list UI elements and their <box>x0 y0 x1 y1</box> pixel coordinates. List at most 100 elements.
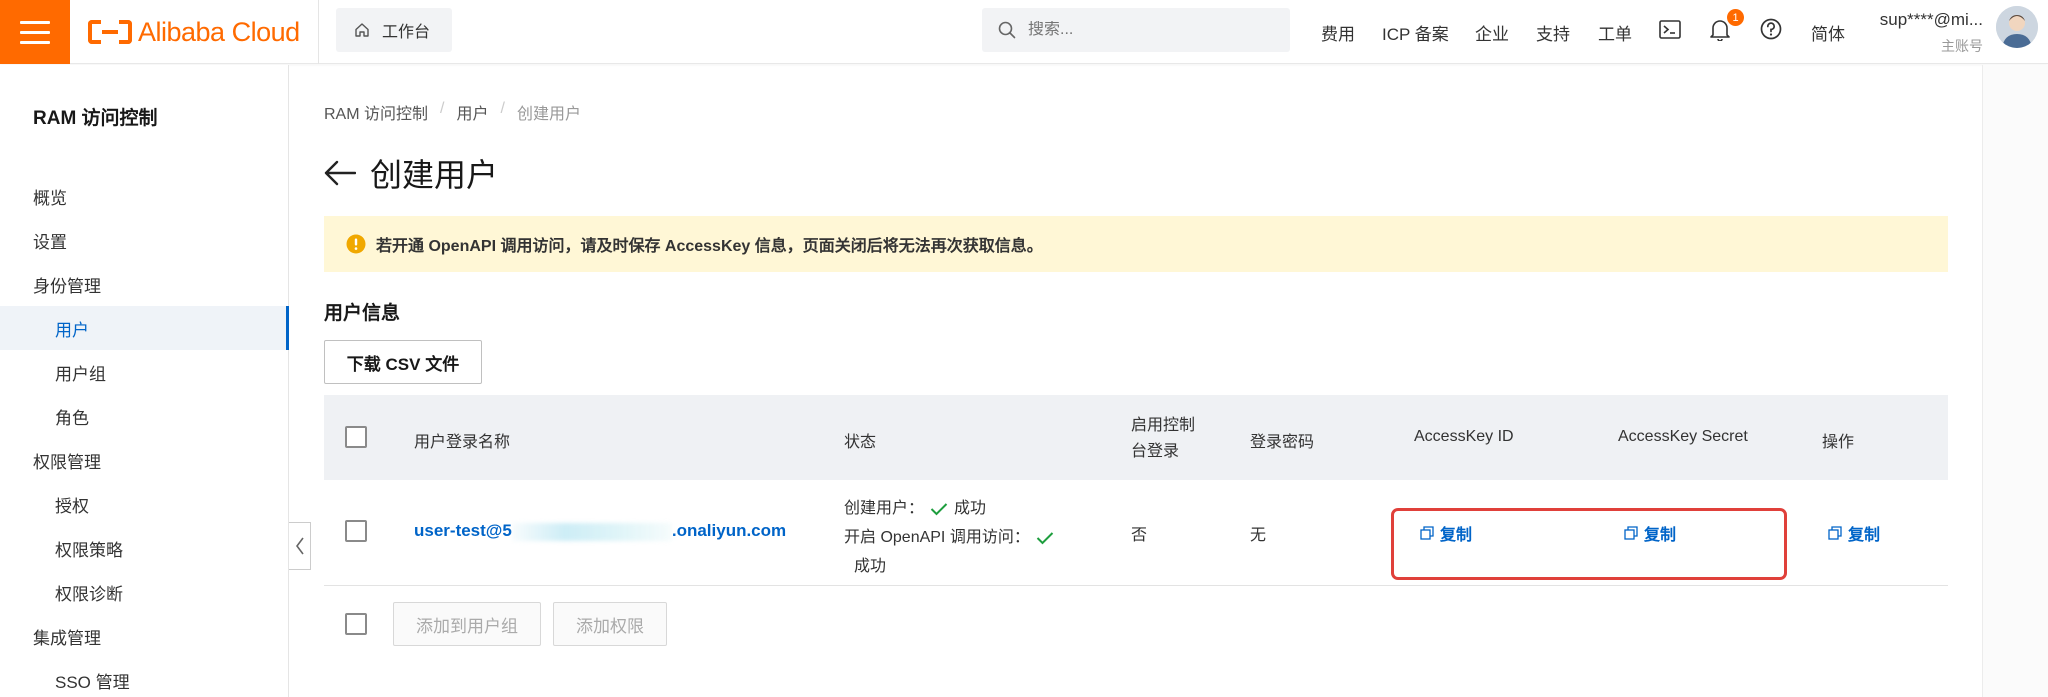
breadcrumb-root[interactable]: RAM 访问控制 <box>324 100 428 124</box>
help-icon[interactable] <box>1760 18 1782 40</box>
sidebar-item-label: 用户组 <box>55 364 106 384</box>
sidebar: RAM 访问控制 概览 设置 身份管理 用户 用户组 角色 权限管理 授权 权限… <box>0 65 289 697</box>
nav-ticket[interactable]: 工单 <box>1598 20 1632 45</box>
avatar[interactable] <box>1996 6 2038 48</box>
breadcrumb-current: 创建用户 <box>516 106 581 123</box>
notice-text: 若开通 OpenAPI 调用访问，请及时保存 AccessKey 信息，页面关闭… <box>376 238 1043 255</box>
row-checkbox[interactable] <box>345 520 367 542</box>
table-row: user-test@5 .onaliyun.com 创建用户： 成功 开启 Ope… <box>324 480 1948 586</box>
login-name-suffix: .onaliyun.com <box>671 521 787 540</box>
menu-icon-line <box>20 30 50 34</box>
sidebar-group-integration[interactable]: 集成管理 <box>0 614 289 658</box>
sidebar-item-users[interactable]: 用户 <box>0 306 289 350</box>
sidebar-item-diagnosis[interactable]: 权限诊断 <box>0 570 289 614</box>
search-input[interactable] <box>1028 21 1258 39</box>
sidebar-item-label: 设置 <box>33 232 67 252</box>
sidebar-item-label: 权限策略 <box>55 540 123 560</box>
sidebar-item-label: 授权 <box>55 496 89 516</box>
sidebar-item-grants[interactable]: 授权 <box>0 482 289 526</box>
copy-action-button[interactable]: 复制 <box>1828 521 1880 545</box>
avatar-person-icon <box>1996 6 2038 48</box>
workbench-button[interactable]: 工作台 <box>336 8 452 52</box>
column-header-accesskey-id: AccessKey ID <box>1414 428 1514 445</box>
warning-icon <box>346 234 366 254</box>
sidebar-item-settings[interactable]: 设置 <box>0 218 289 262</box>
logo-mark-icon <box>88 20 132 44</box>
right-panel-strip <box>1982 65 2048 697</box>
select-all-checkbox[interactable] <box>345 426 367 448</box>
sidebar-item-sso[interactable]: SSO 管理 <box>0 658 289 697</box>
nav-icp[interactable]: ICP 备案 <box>1382 20 1449 45</box>
column-header-console-login: 启用控制 台登录 <box>1131 413 1195 465</box>
header-divider <box>318 0 319 64</box>
check-icon <box>1036 531 1054 544</box>
page-title: 创建用户 <box>370 157 499 193</box>
sidebar-item-label: 集成管理 <box>33 628 101 648</box>
login-name-prefix: user-test@5 <box>414 521 512 540</box>
menu-button[interactable] <box>0 0 70 64</box>
account-type: 主账号 <box>1941 38 1983 54</box>
sidebar-item-label: 用户 <box>55 320 89 340</box>
top-bar: Alibaba Cloud 工作台 费用 ICP 备案 企业 支持 工单 1 简… <box>0 0 2048 64</box>
sidebar-item-label: 身份管理 <box>33 276 101 296</box>
download-csv-button[interactable]: 下载 CSV 文件 <box>324 340 482 384</box>
language-switch[interactable]: 简体 <box>1811 20 1845 45</box>
logo-text: Alibaba Cloud <box>138 16 300 47</box>
add-permission-button[interactable]: 添加权限 <box>553 602 667 646</box>
sidebar-item-roles[interactable]: 角色 <box>0 394 289 438</box>
column-header-actions: 操作 <box>1822 434 1855 451</box>
sidebar-item-label: 角色 <box>55 408 89 428</box>
sidebar-item-label: 权限管理 <box>33 452 101 472</box>
table-header: 用户登录名称 状态 启用控制 台登录 登录密码 AccessKey ID Acc… <box>324 395 1948 480</box>
sidebar-title: RAM 访问控制 <box>33 108 158 129</box>
section-title-user-info: 用户信息 <box>324 303 401 324</box>
menu-icon-line <box>20 40 50 44</box>
alibaba-cloud-logo[interactable]: Alibaba Cloud <box>88 16 300 48</box>
copy-icon <box>1828 526 1842 540</box>
breadcrumb: RAM 访问控制 / 用户 / 创建用户 <box>324 100 581 124</box>
nav-enterprise[interactable]: 企业 <box>1475 20 1509 45</box>
status-create-label: 创建用户： <box>844 500 925 517</box>
status-openapi-label: 开启 OpenAPI 调用访问： <box>844 529 1030 546</box>
terminal-icon[interactable] <box>1659 20 1681 39</box>
sidebar-group-identity[interactable]: 身份管理 <box>0 262 289 306</box>
back-arrow-icon[interactable] <box>324 160 356 186</box>
notification-badge: 1 <box>1727 9 1744 26</box>
page-header: 创建用户 <box>324 150 498 196</box>
footer-select-all-checkbox[interactable] <box>345 613 367 635</box>
sidebar-item-label: SSO 管理 <box>55 672 130 692</box>
breadcrumb-separator: / <box>500 100 505 117</box>
status-create-user: 创建用户： 成功 <box>844 494 1054 523</box>
nav-billing[interactable]: 费用 <box>1321 20 1355 45</box>
sidebar-item-user-groups[interactable]: 用户组 <box>0 350 289 394</box>
accesskey-highlight-box <box>1391 508 1787 580</box>
redacted-segment <box>511 522 672 541</box>
sidebar-item-label: 概览 <box>33 188 67 208</box>
search-icon <box>998 21 1016 39</box>
chevron-left-icon <box>295 537 304 555</box>
nav-support[interactable]: 支持 <box>1536 20 1570 45</box>
home-icon <box>355 23 369 37</box>
status-openapi-result: 成功 <box>854 558 887 575</box>
breadcrumb-parent[interactable]: 用户 <box>456 100 488 124</box>
search-box[interactable] <box>982 8 1290 52</box>
breadcrumb-separator: / <box>440 100 445 117</box>
status-create-result: 成功 <box>954 500 987 517</box>
column-header-password: 登录密码 <box>1250 434 1315 451</box>
status-openapi: 开启 OpenAPI 调用访问： <box>844 523 1054 552</box>
account-name: sup****@mi... <box>1879 10 1983 29</box>
check-icon <box>930 502 948 515</box>
account-info[interactable]: sup****@mi... 主账号 <box>1873 10 1983 56</box>
sidebar-item-overview[interactable]: 概览 <box>0 174 289 218</box>
sidebar-item-policies[interactable]: 权限策略 <box>0 526 289 570</box>
user-login-name[interactable]: user-test@5 .onaliyun.com <box>414 521 786 541</box>
column-header-console-login-line1: 启用控制 <box>1131 417 1196 434</box>
column-header-status: 状态 <box>844 434 877 451</box>
menu-icon-line <box>20 20 50 24</box>
copy-label: 复制 <box>1848 527 1881 544</box>
add-to-group-button[interactable]: 添加到用户组 <box>393 602 541 646</box>
sidebar-item-label: 权限诊断 <box>55 584 123 604</box>
sidebar-collapse-button[interactable] <box>289 522 311 570</box>
sidebar-group-permissions[interactable]: 权限管理 <box>0 438 289 482</box>
warning-notice: 若开通 OpenAPI 调用访问，请及时保存 AccessKey 信息，页面关闭… <box>324 216 1948 272</box>
